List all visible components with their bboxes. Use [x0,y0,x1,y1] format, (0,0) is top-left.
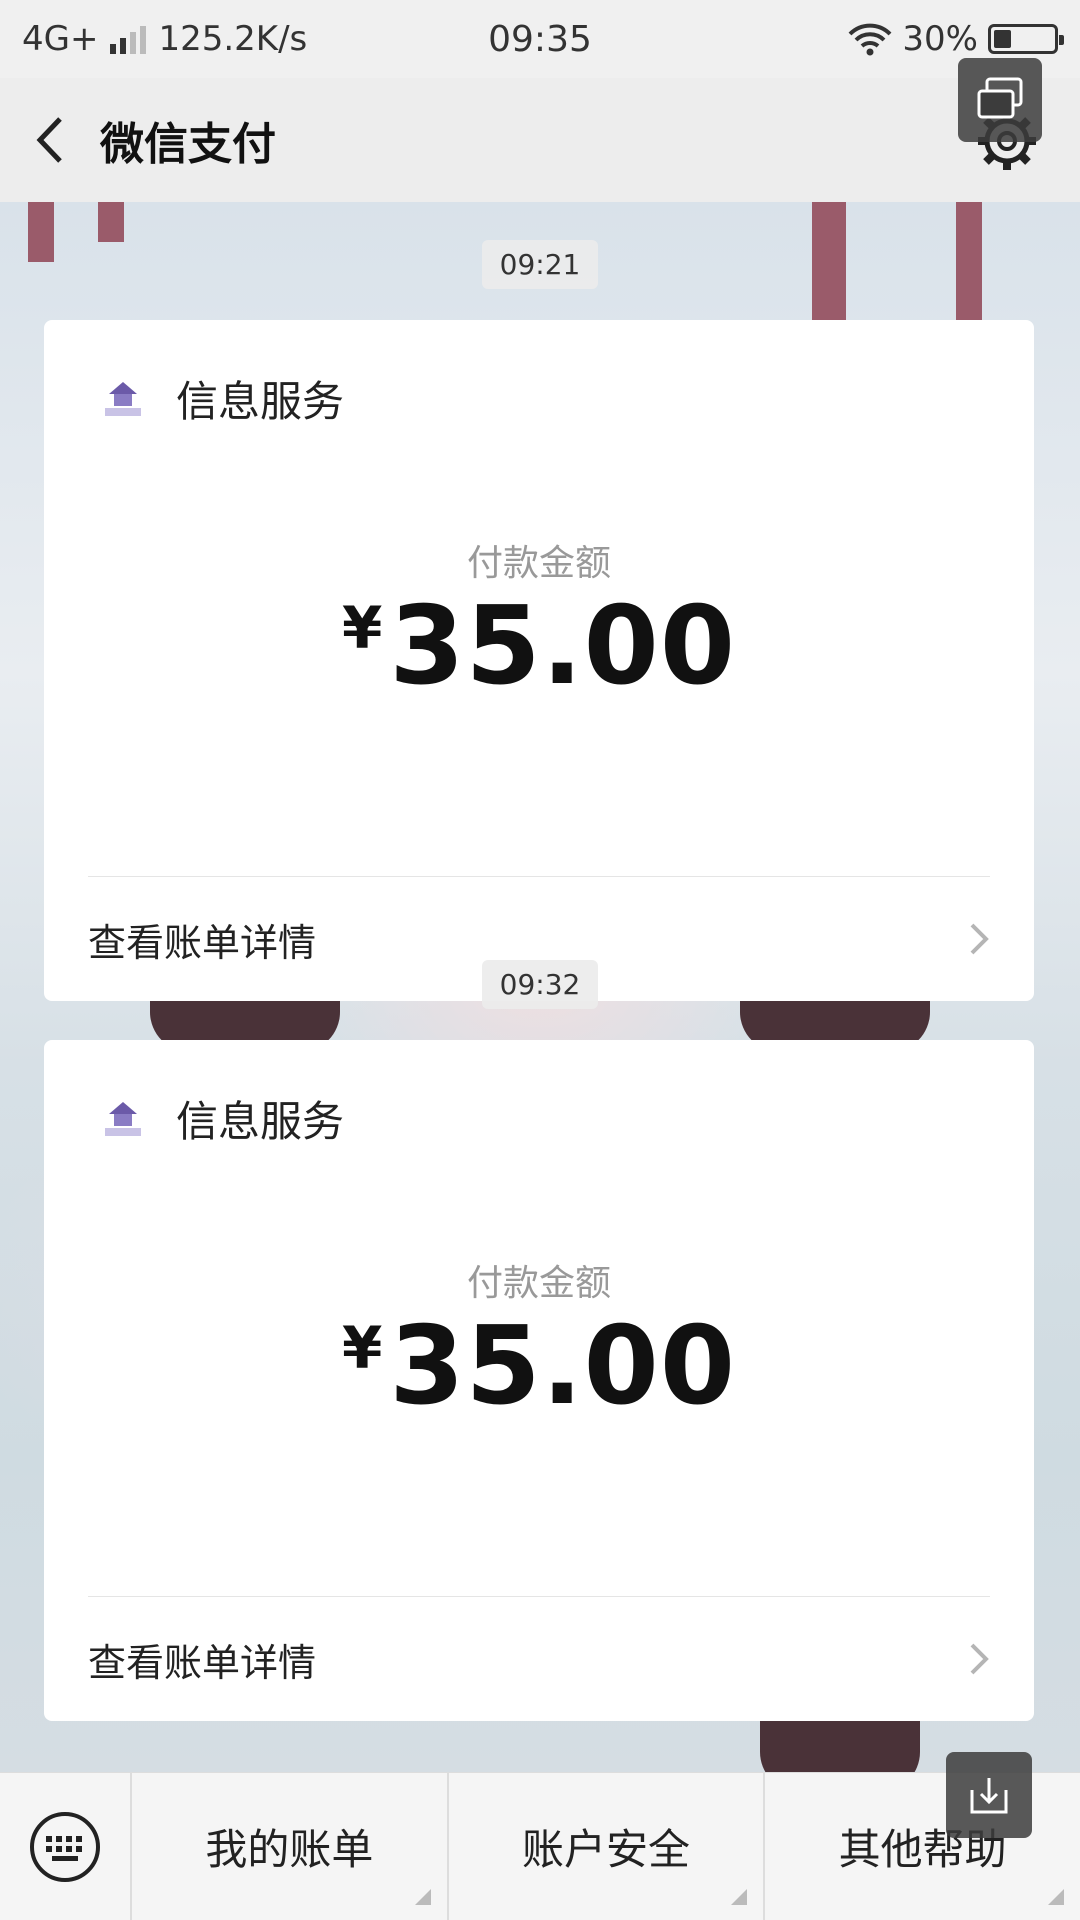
amount-block: 付款金额 ¥35.00 [44,1196,1034,1596]
currency-symbol: ¥ [342,1313,384,1382]
chevron-right-icon [970,1643,989,1675]
currency-symbol: ¥ [342,593,384,662]
submenu-indicator-icon [1048,1888,1065,1905]
network-type: 4G+ [22,19,99,59]
menu-other-help[interactable]: 其他帮助 [763,1772,1080,1920]
detail-link-label: 查看账单详情 [88,1640,317,1685]
nav-bar: 微信支付 [0,78,1080,202]
chevron-right-icon [970,923,989,955]
payment-card[interactable]: 信息服务 付款金额 ¥35.00 查看账单详情 [44,1040,1034,1721]
amount-label: 付款金额 [466,1263,611,1304]
status-bar: 4G+ 125.2K/s 09:35 30% [0,0,1080,78]
card-header: 信息服务 [44,1040,1034,1196]
menu-account-security[interactable]: 账户安全 [446,1772,764,1920]
battery-fill [994,30,1012,48]
card-header: 信息服务 [44,320,1034,476]
export-icon[interactable] [946,1752,1032,1838]
submenu-indicator-icon [414,1888,431,1905]
amount-number: 35.00 [389,1304,736,1429]
menu-my-bills[interactable]: 我的账单 [130,1772,447,1920]
message-timestamp: 09:32 [0,960,1080,1009]
amount-block: 付款金额 ¥35.00 [44,476,1034,876]
detail-link-label: 查看账单详情 [88,920,317,965]
status-left: 4G+ 125.2K/s [22,19,848,59]
merchant-name: 信息服务 [176,376,345,426]
battery-percent: 30% [902,19,978,59]
bottom-menu: 我的账单 账户安全 其他帮助 [0,1772,1080,1920]
message-timestamp: 09:21 [0,240,1080,289]
status-right: 30% [848,19,1064,59]
battery-icon [988,24,1064,54]
keyboard-toggle-button[interactable] [0,1773,130,1920]
merchant-name: 信息服务 [176,1096,345,1146]
amount-value: ¥35.00 [44,1304,1034,1429]
signal-icon [110,24,147,54]
wifi-icon [848,23,892,56]
view-bill-detail-link[interactable]: 查看账单详情 [44,1597,1034,1721]
merchant-logo-icon [98,373,148,423]
amount-value: ¥35.00 [44,584,1034,709]
network-speed: 125.2K/s [158,19,308,59]
merchant-logo-icon [98,1093,148,1143]
submenu-indicator-icon [731,1888,748,1905]
background-decoration [98,202,124,242]
keyboard-icon [30,1811,100,1882]
floating-window-icon[interactable] [958,58,1042,142]
payment-card[interactable]: 信息服务 付款金额 ¥35.00 查看账单详情 [44,320,1034,1001]
back-arrow-icon[interactable] [0,78,100,202]
page-title: 微信支付 [100,119,276,170]
amount-label: 付款金额 [466,543,611,584]
amount-number: 35.00 [389,584,736,709]
